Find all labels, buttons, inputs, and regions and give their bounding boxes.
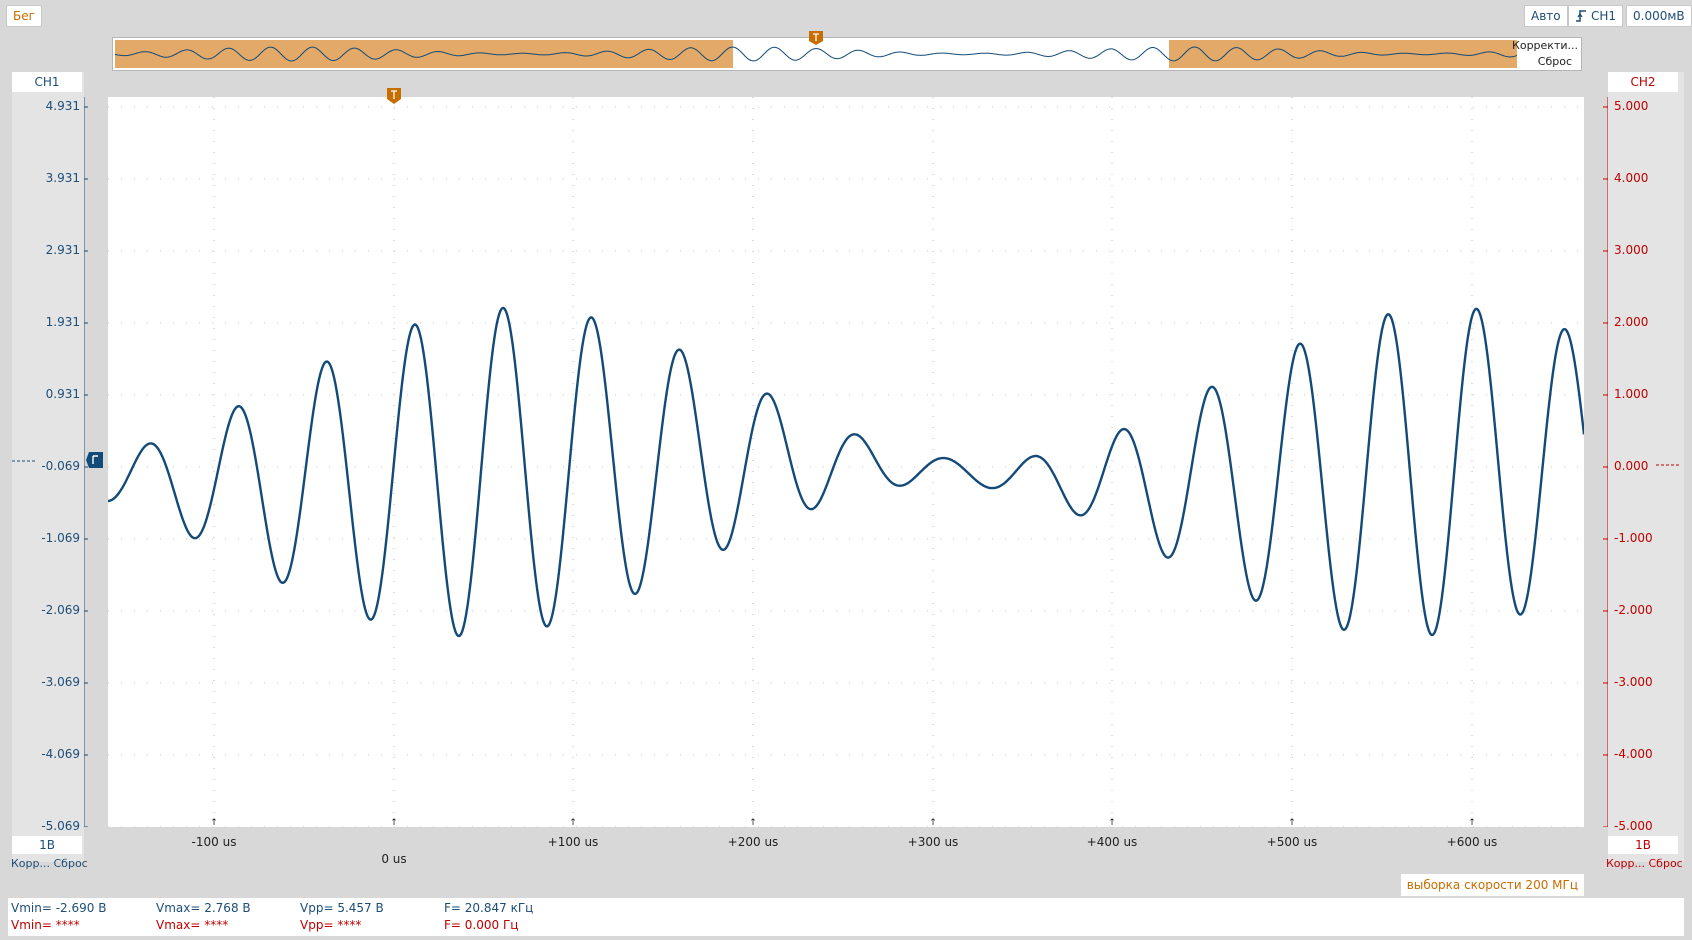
time-tick-mark: ↑ — [749, 818, 757, 828]
ch2-header[interactable]: CH2 — [1608, 72, 1678, 92]
ch1-vmin: Vmin= -2.690 В — [11, 901, 107, 915]
overview-highlight-right — [1169, 40, 1517, 68]
overview-highlight-left — [115, 40, 733, 68]
ch1-tick-label: 4.931 — [45, 99, 80, 113]
trigger-source-button[interactable]: CH1 — [1568, 5, 1624, 27]
ch2-tick-label: -1.000 — [1614, 531, 1653, 545]
time-axis-label: +600 us — [1446, 835, 1498, 849]
time-axis-label: 0 us — [381, 852, 407, 866]
ch1-correct-button[interactable]: Корр... — [11, 857, 50, 870]
run-button[interactable]: Бег — [6, 5, 42, 27]
time-tick-mark: ↑ — [210, 818, 218, 828]
time-tick-mark: ↑ — [929, 818, 937, 828]
ch1-tick-label: -3.069 — [41, 675, 80, 689]
ch1-vpp: Vpp= 5.457 В — [300, 901, 384, 915]
time-axis-label: +200 us — [727, 835, 779, 849]
ch1-tick-label: -2.069 — [41, 603, 80, 617]
ch1-zero-dash — [12, 460, 36, 462]
ch1-tick-label: 0.931 — [45, 387, 80, 401]
time-tick-mark: ↑ — [1108, 818, 1116, 828]
plot-grid — [108, 97, 1584, 827]
ch1-header[interactable]: CH1 — [12, 72, 82, 92]
ch2-tick-label: -5.000 — [1614, 819, 1653, 833]
ch1-tick-label: 1.931 — [45, 315, 80, 329]
time-tick-mark: ↑ — [569, 818, 577, 828]
ch1-trace — [108, 306, 1584, 638]
trigger-position-marker-icon[interactable] — [386, 87, 402, 105]
trigger-source-label: CH1 — [1591, 9, 1617, 23]
ch2-tick-label: -2.000 — [1614, 603, 1653, 617]
ch2-reset-button[interactable]: Сброс — [1649, 857, 1683, 870]
trigger-level-button[interactable]: 0.000мВ — [1626, 5, 1692, 27]
time-axis-label: +400 us — [1086, 835, 1138, 849]
time-tick-mark: ↑ — [1288, 818, 1296, 828]
ch1-scale[interactable]: 1В — [12, 836, 82, 854]
ch2-tick-label: -4.000 — [1614, 747, 1653, 761]
ch1-tick-label: 2.931 — [45, 243, 80, 257]
time-axis-label: +500 us — [1266, 835, 1318, 849]
scope-plot-area[interactable] — [108, 97, 1584, 827]
rising-edge-icon — [1576, 10, 1586, 22]
time-tick-mark: ↑ — [390, 818, 398, 828]
ch1-tick-label: -1.069 — [41, 531, 80, 545]
measurements-panel: Vmin= -2.690 В Vmax= 2.768 В Vpp= 5.457 … — [8, 898, 1684, 936]
ch2-correct-button[interactable]: Корр... — [1606, 857, 1645, 870]
ch2-vmin: Vmin= **** — [11, 918, 80, 932]
waveform-overview[interactable] — [112, 37, 1582, 71]
overview-correct-button[interactable]: Корректи... — [1512, 39, 1578, 52]
ch2-tick-label: 5.000 — [1614, 99, 1649, 113]
ch1-tick-label: -5.069 — [41, 819, 80, 833]
ch1-frequency: F= 20.847 кГц — [444, 901, 534, 915]
ch1-vmax: Vmax= 2.768 В — [156, 901, 251, 915]
ch2-frequency: F= 0.000 Гц — [444, 918, 519, 932]
overview-controls: Корректи... Сброс — [1512, 38, 1580, 70]
ch1-tick-label: 3.931 — [45, 171, 80, 185]
ch2-vmax: Vmax= **** — [156, 918, 229, 932]
time-axis-label: +100 us — [547, 835, 599, 849]
ch1-offset-marker-icon[interactable] — [85, 451, 105, 469]
ch1-reset-button[interactable]: Сброс — [54, 857, 88, 870]
ch2-scale[interactable]: 1В — [1608, 836, 1678, 854]
time-axis-label: -100 us — [191, 835, 237, 849]
ch2-tick-label: -3.000 — [1614, 675, 1653, 689]
ch2-vpp: Vpp= **** — [300, 918, 362, 932]
ch2-tick-label: 1.000 — [1614, 387, 1649, 401]
ch1-tick-label: -4.069 — [41, 747, 80, 761]
ch2-zero-dash — [1656, 464, 1680, 466]
overview-trigger-marker-icon[interactable] — [808, 30, 824, 46]
ch2-tick-label: 4.000 — [1614, 171, 1649, 185]
trigger-mode-button[interactable]: Авто — [1524, 5, 1568, 27]
ch2-tick-label: 3.000 — [1614, 243, 1649, 257]
time-axis-label: +300 us — [907, 835, 959, 849]
sample-rate-label: выборка скорости 200 МГц — [1400, 874, 1584, 896]
time-tick-mark: ↑ — [1468, 818, 1476, 828]
overview-reset-button[interactable]: Сброс — [1538, 55, 1572, 68]
ch2-tick-label: 2.000 — [1614, 315, 1649, 329]
